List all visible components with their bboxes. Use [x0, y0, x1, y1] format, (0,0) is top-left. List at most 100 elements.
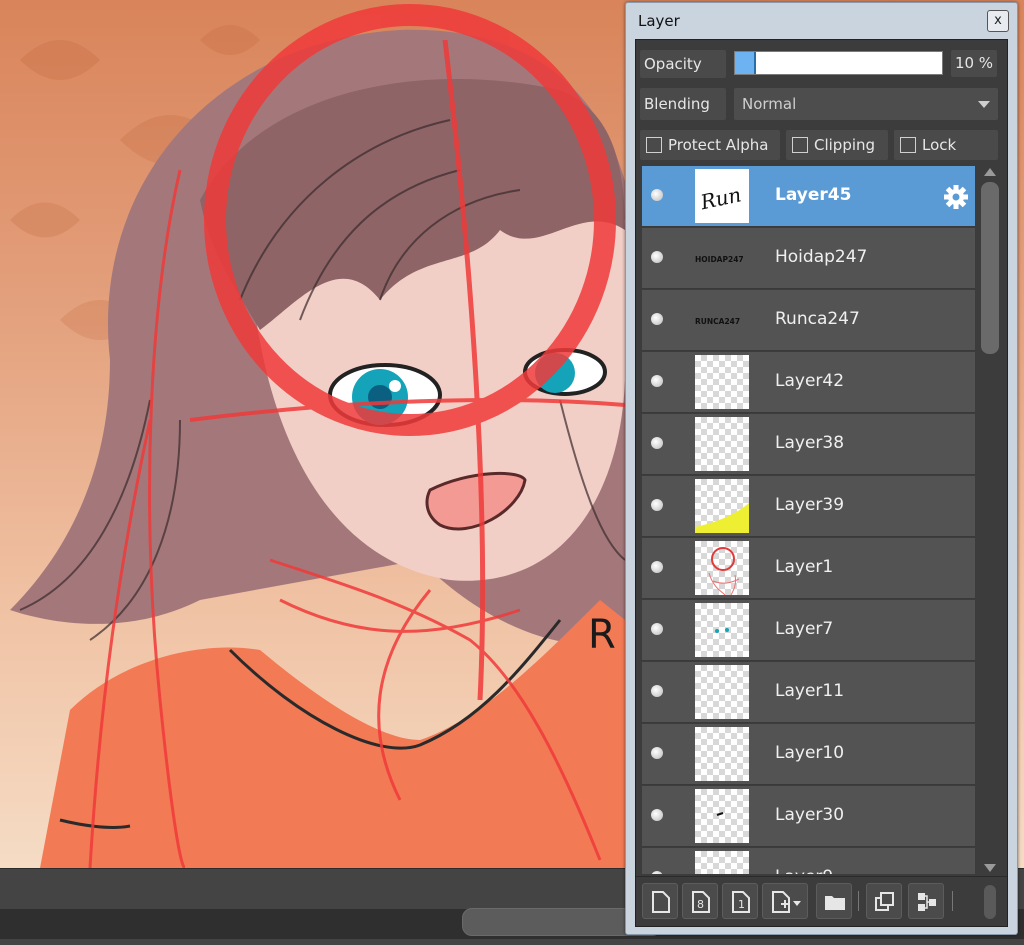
layer-thumbnail [695, 665, 749, 719]
new-1bit-layer-button[interactable]: 1 [722, 883, 758, 919]
1bit-layer-icon: 1 [732, 891, 750, 913]
folder-icon [825, 896, 845, 910]
new-layer-button[interactable] [642, 883, 678, 919]
gear-icon[interactable] [941, 182, 971, 212]
layer-name: Layer45 [775, 185, 852, 205]
checkbox-box [900, 137, 916, 153]
opacity-slider[interactable] [734, 51, 943, 75]
thumbnail-image: HOIDAP247 [695, 231, 749, 285]
lock-label: Lock [922, 136, 957, 154]
layer-name: Layer10 [775, 743, 845, 763]
opacity-value[interactable]: 10 % [951, 50, 997, 77]
layer-name: Layer39 [775, 495, 845, 515]
layer-list: Run Layer45 HOIDAP247 Hoidap247 RUNCA247 Runc… [642, 166, 975, 874]
clipping-checkbox[interactable]: Clipping [786, 130, 888, 160]
layer-row[interactable]: Run Layer45 [642, 166, 975, 227]
layer-row[interactable]: Layer7 [642, 600, 975, 661]
layer-panel-titlebar[interactable]: Layer x [626, 3, 1017, 37]
blending-label: Blending [640, 88, 726, 120]
visibility-toggle-icon[interactable] [648, 496, 666, 514]
layer-panel: Layer x Opacity 10 % Blending Normal Pro… [625, 2, 1018, 935]
opacity-slider-fill [735, 52, 756, 74]
visibility-toggle-icon[interactable] [648, 868, 666, 874]
add-layer-menu-button[interactable] [762, 883, 808, 919]
layer-panel-body: Opacity 10 % Blending Normal Protect Alp… [635, 39, 1008, 927]
layer-row[interactable]: Layer42 [642, 352, 975, 413]
layer-thumbnail: RUNCA247 [695, 293, 749, 347]
thumbnail-image [695, 603, 749, 657]
thumbnail-image [695, 665, 749, 719]
visibility-toggle-icon[interactable] [648, 248, 666, 266]
scroll-up-icon[interactable] [984, 168, 996, 176]
layer-row[interactable]: Layer10 [642, 724, 975, 785]
visibility-toggle-icon[interactable] [648, 434, 666, 452]
thumbnail-graphic [716, 812, 724, 816]
visibility-toggle-icon[interactable] [648, 558, 666, 576]
thumbnail-image [695, 789, 749, 843]
toolbar-scroll-grip[interactable] [984, 885, 996, 919]
layer-row[interactable]: Layer38 [642, 414, 975, 475]
visibility-toggle-icon[interactable] [648, 310, 666, 328]
layer-row[interactable]: Layer9 [642, 848, 975, 874]
layer-row[interactable]: Layer11 [642, 662, 975, 723]
blending-value: Normal [742, 95, 797, 113]
duplicate-icon [875, 892, 894, 911]
layer-list-scrollbar[interactable] [978, 166, 1002, 874]
clipping-label: Clipping [814, 136, 876, 154]
thumbnail-graphic: HOIDAP247 [695, 255, 744, 264]
thumbnail-shape [725, 628, 729, 632]
layer-row[interactable]: Layer30 [642, 786, 975, 847]
svg-text:8: 8 [697, 898, 704, 911]
thumbnail-graphic [695, 355, 749, 409]
checkbox-box [792, 137, 808, 153]
svg-text:1: 1 [738, 898, 745, 911]
thumbnail-graphic [708, 547, 740, 596]
toolbar-divider [858, 891, 859, 911]
layer-row[interactable]: Layer39 [642, 476, 975, 537]
new-folder-button[interactable] [816, 883, 852, 919]
blending-select[interactable]: Normal [734, 88, 998, 120]
thumbnail-graphic: RUNCA247 [695, 317, 740, 326]
thumbnail-graphic [695, 503, 749, 533]
visibility-toggle-icon[interactable] [648, 372, 666, 390]
thumbnail-text: HOIDAP247 [695, 255, 744, 264]
layer-name: Hoidap247 [775, 247, 868, 267]
thumbnail-graphic [715, 628, 729, 633]
layer-row[interactable]: RUNCA247 Runca247 [642, 290, 975, 351]
thumbnail-shape [716, 812, 724, 816]
protect-alpha-checkbox[interactable]: Protect Alpha [640, 130, 780, 160]
lock-checkbox[interactable]: Lock [894, 130, 998, 160]
add-layer-icon [772, 891, 801, 913]
thumbnail-graphic [695, 665, 749, 719]
thumbnail-shape [711, 547, 735, 571]
panel-title: Layer [638, 12, 680, 30]
thumbnail-text: RUNCA247 [695, 317, 740, 326]
visibility-toggle-icon[interactable] [648, 744, 666, 762]
new-8bit-layer-button[interactable]: 8 [682, 883, 718, 919]
visibility-toggle-icon[interactable] [648, 806, 666, 824]
thumbnail-graphic [695, 727, 749, 781]
layer-row[interactable]: HOIDAP247 Hoidap247 [642, 228, 975, 289]
thumbnail-image [695, 727, 749, 781]
thumbnail-image: Run [695, 169, 749, 223]
merge-layer-button[interactable] [908, 883, 944, 919]
thumbnail-image [695, 479, 749, 533]
layer-name: Layer38 [775, 433, 845, 453]
visibility-toggle-icon[interactable] [648, 682, 666, 700]
visibility-toggle-icon[interactable] [648, 620, 666, 638]
layer-row[interactable]: Layer1 [642, 538, 975, 599]
scroll-down-icon[interactable] [984, 864, 996, 872]
canvas-letter: R [588, 612, 616, 658]
scrollbar-thumb[interactable] [981, 182, 999, 354]
duplicate-layer-button[interactable] [866, 883, 902, 919]
layer-name: Layer11 [775, 681, 845, 701]
thumbnail-image [695, 417, 749, 471]
close-button[interactable]: x [987, 10, 1009, 32]
layer-name: Runca247 [775, 309, 860, 329]
layer-thumbnail [695, 479, 749, 533]
layer-thumbnail [695, 603, 749, 657]
visibility-toggle-icon[interactable] [648, 186, 666, 204]
8bit-layer-icon: 8 [692, 891, 710, 913]
thumbnail-image [695, 541, 749, 596]
layer-thumbnail [695, 417, 749, 471]
